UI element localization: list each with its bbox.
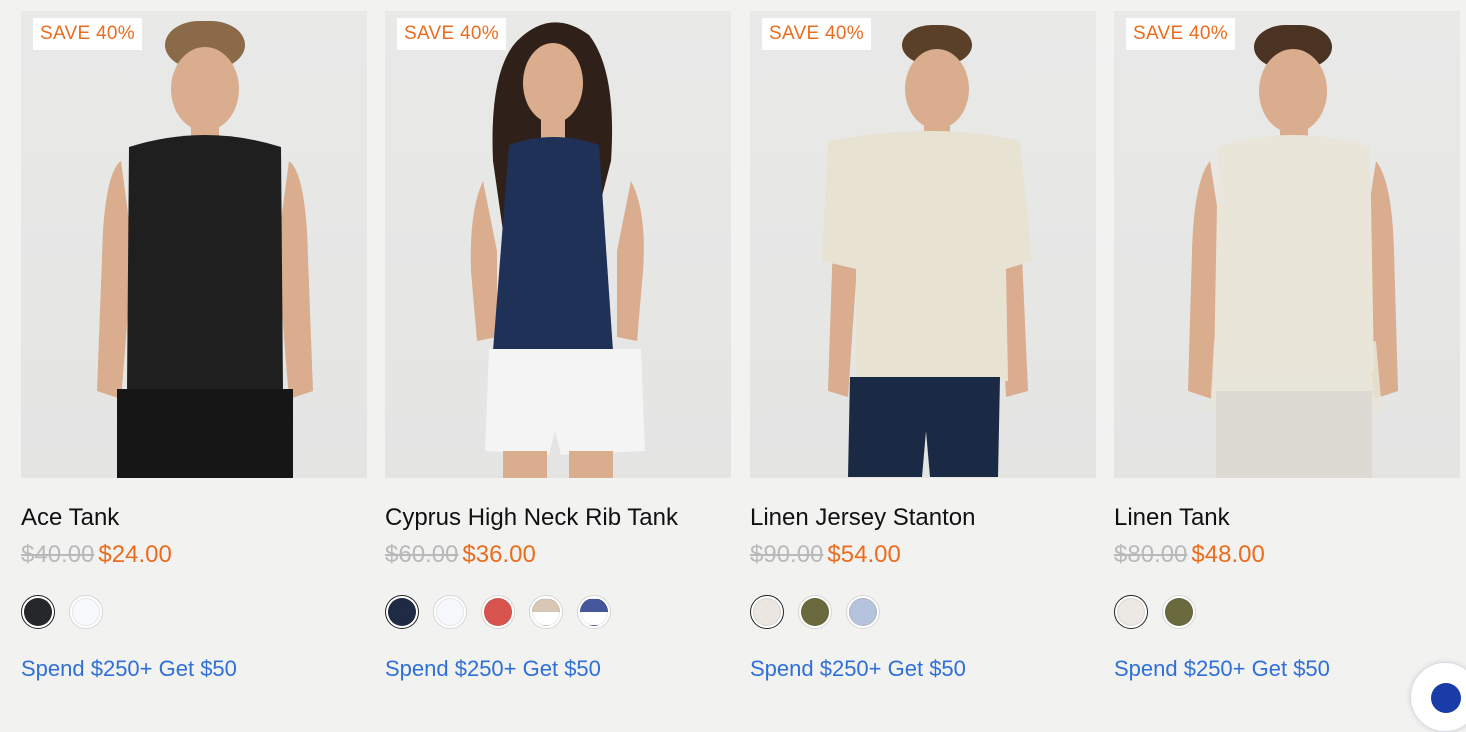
product-card: SAVE 40% Cyprus High Neck Rib Tank $60.0… <box>385 11 731 692</box>
product-image[interactable]: SAVE 40% <box>1114 11 1460 478</box>
promo-link[interactable]: Spend $250+ Get $50 <box>21 655 237 683</box>
color-swatch-black[interactable] <box>21 595 55 629</box>
product-title[interactable]: Ace Tank <box>21 503 119 533</box>
discount-badge: SAVE 40% <box>762 18 871 50</box>
color-swatch-oatmeal[interactable] <box>1114 595 1148 629</box>
chat-icon-center <box>1431 683 1461 713</box>
color-swatches <box>750 595 894 629</box>
model-figure <box>1188 25 1398 478</box>
price-row: $80.00 $48.00 <box>1114 540 1265 570</box>
product-card: SAVE 40% Linen Jersey Stanton $90.00 $54.… <box>750 11 1096 692</box>
sale-price: $36.00 <box>462 541 536 568</box>
product-image[interactable]: SAVE 40% <box>21 11 367 478</box>
discount-badge: SAVE 40% <box>33 18 142 50</box>
color-swatch-white[interactable] <box>433 595 467 629</box>
product-title[interactable]: Linen Jersey Stanton <box>750 503 975 533</box>
model-figure <box>822 25 1032 477</box>
product-image[interactable]: SAVE 40% <box>385 11 731 478</box>
color-swatch-navy[interactable] <box>385 595 419 629</box>
color-swatch-white[interactable] <box>69 595 103 629</box>
color-swatch-oatmeal[interactable] <box>750 595 784 629</box>
color-swatch-light-blue[interactable] <box>846 595 880 629</box>
model-figure <box>470 22 645 478</box>
sale-price: $24.00 <box>98 541 172 568</box>
product-grid: SAVE 40% Ace Tank $40.00 $24.00 Spend $25… <box>0 0 1466 692</box>
promo-link[interactable]: Spend $250+ Get $50 <box>750 655 966 683</box>
discount-badge: SAVE 40% <box>1126 18 1235 50</box>
original-price: $60.00 <box>385 541 459 568</box>
product-title[interactable]: Linen Tank <box>1114 503 1230 533</box>
color-swatches <box>1114 595 1210 629</box>
sale-price: $48.00 <box>1191 541 1265 568</box>
discount-badge: SAVE 40% <box>397 18 506 50</box>
promo-link[interactable]: Spend $250+ Get $50 <box>1114 655 1330 683</box>
color-swatch-red[interactable] <box>481 595 515 629</box>
color-swatch-olive[interactable] <box>1162 595 1196 629</box>
product-card: SAVE 40% Ace Tank $40.00 $24.00 Spend $25… <box>21 11 367 692</box>
chat-bubble-icon[interactable] <box>1410 662 1466 732</box>
product-card: SAVE 40% Linen Tank $80.00 $48.00 Spend $… <box>1114 11 1460 692</box>
product-title[interactable]: Cyprus High Neck Rib Tank <box>385 503 678 533</box>
price-row: $90.00 $54.00 <box>750 540 901 570</box>
color-swatch-blue-white[interactable] <box>577 595 611 629</box>
color-swatches <box>385 595 625 629</box>
color-swatch-olive[interactable] <box>798 595 832 629</box>
promo-link[interactable]: Spend $250+ Get $50 <box>385 655 601 683</box>
product-image[interactable]: SAVE 40% <box>750 11 1096 478</box>
color-swatch-sand-white[interactable] <box>529 595 563 629</box>
original-price: $90.00 <box>750 541 824 568</box>
original-price: $40.00 <box>21 541 95 568</box>
original-price: $80.00 <box>1114 541 1188 568</box>
color-swatches <box>21 595 117 629</box>
price-row: $40.00 $24.00 <box>21 540 172 570</box>
model-figure <box>97 21 313 478</box>
sale-price: $54.00 <box>827 541 901 568</box>
price-row: $60.00 $36.00 <box>385 540 536 570</box>
